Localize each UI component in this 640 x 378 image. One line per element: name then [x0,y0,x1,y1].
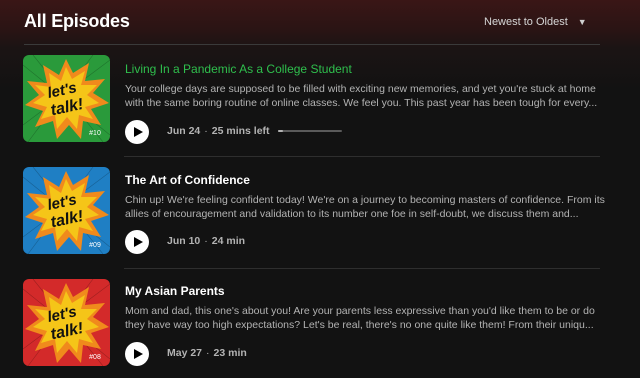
episode-duration: 24 min [211,235,246,247]
page-title: All Episodes [24,11,130,31]
episode-title[interactable]: My Asian Parents [125,284,225,298]
episode-cover: let's talk! #09 [23,167,110,254]
caret-down-icon: ▼ [577,17,587,27]
cover-art: let's talk! #08 [23,279,110,366]
episode-date: Jun 24 [167,125,201,137]
cover-number: #09 [89,242,101,249]
episode-duration: 25 mins left [211,125,270,137]
episode-duration: 23 min [213,347,247,359]
play-icon [134,127,143,137]
episode-cover: let's talk! #10 [23,55,110,142]
sort-dropdown[interactable]: Newest to Oldest ▼ [484,16,587,28]
meta-separator: · [204,125,208,137]
play-button[interactable] [125,230,149,254]
progress-bar[interactable] [277,130,342,132]
episode-description: Your college days are supposed to be fil… [125,83,598,109]
header: All Episodes Newest to Oldest ▼ [0,0,640,44]
meta-separator: · [204,235,208,247]
cover-number: #10 [89,130,101,137]
play-icon [134,349,143,359]
episode-meta: Jun 24 · 25 mins left [167,125,342,137]
episode-row[interactable]: let's talk! #08 My Asian Parents Mom and… [0,269,640,378]
cover-art: let's talk! #09 [23,167,110,254]
play-icon [134,237,143,247]
cover-art: let's talk! #10 [23,55,110,142]
episode-meta: Jun 10 · 24 min [167,235,245,247]
episode-title[interactable]: Living In a Pandemic As a College Studen… [125,62,352,76]
episode-date: Jun 10 [167,235,201,247]
episode-description: Mom and dad, this one's about you! Are y… [125,305,595,331]
sort-label: Newest to Oldest [484,16,568,28]
play-button[interactable] [125,342,149,366]
progress-fill [277,130,283,132]
meta-separator: · [206,347,210,359]
episode-row[interactable]: let's talk! #10 Living In a Pandemic As … [0,45,640,156]
episode-title[interactable]: The Art of Confidence [125,173,250,187]
cover-number: #08 [89,354,101,361]
episode-cover: let's talk! #08 [23,279,110,366]
episode-meta: May 27 · 23 min [167,347,247,359]
episode-description: Chin up! We're feeling confident today! … [125,194,605,220]
play-button[interactable] [125,120,149,144]
episode-date: May 27 [167,347,203,359]
episode-row[interactable]: let's talk! #09 The Art of Confidence Ch… [0,157,640,268]
